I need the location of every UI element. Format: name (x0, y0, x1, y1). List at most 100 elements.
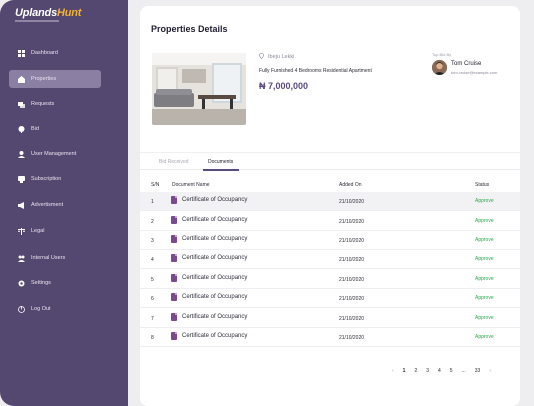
user-icon (17, 150, 25, 158)
table-row[interactable]: 4 Certificate of Occupancy 21/10/2020 Appro… (140, 250, 520, 269)
row-document[interactable]: Certificate of Occupancy (171, 313, 247, 321)
table-row[interactable]: 1 Certificate of Occupancy 21/10/2020 Appro… (140, 192, 520, 211)
pagination-page-1[interactable]: 1 (403, 368, 406, 374)
document-icon (171, 293, 177, 301)
column-header-added-on: Added On (339, 182, 362, 188)
table-row[interactable]: 3 Certificate of Occupancy 21/10/2020 Appro… (140, 231, 520, 250)
column-header-sn: S/N (151, 182, 160, 188)
pagination-page-33[interactable]: 33 (475, 368, 481, 374)
pagination-prev-button[interactable]: ‹ (392, 368, 394, 374)
users-icon (17, 254, 25, 262)
property-location: Ibeju Lekki (258, 53, 295, 61)
top-bid-label: Top Bid By (432, 52, 452, 57)
sidebar: UplandsHunt Dashboard Properties Request… (0, 0, 128, 406)
sidebar-item-label: Subscription (31, 176, 62, 182)
row-status-approve-button[interactable]: Approve (475, 198, 494, 204)
row-sn: 3 (151, 238, 154, 244)
property-details-card: Properties Details Ibeju Lekki Fully Fur… (140, 6, 520, 406)
column-header-document-name: Document Name (172, 182, 210, 188)
tab-bid-received[interactable]: Bid Received (159, 159, 188, 165)
megaphone-icon (17, 201, 25, 209)
sidebar-item-label: Bid (31, 126, 39, 132)
sidebar-item-legal[interactable]: Legal (9, 222, 101, 240)
row-document-name: Certificate of Occupancy (182, 255, 248, 261)
row-document[interactable]: Certificate of Occupancy (171, 274, 247, 282)
logout-icon (17, 305, 25, 313)
row-added-on: 21/10/2020 (339, 219, 365, 225)
row-document-name: Certificate of Occupancy (182, 197, 248, 203)
row-document[interactable]: Certificate of Occupancy (171, 254, 247, 262)
table-row[interactable]: 2 Certificate of Occupancy 21/10/2020 Appro… (140, 212, 520, 231)
table-row[interactable]: 5 Certificate of Occupancy 21/10/2020 Appro… (140, 270, 520, 289)
top-bidder-email: tom.cruise@example.com (451, 70, 498, 75)
document-icon (171, 216, 177, 224)
table-row[interactable]: 6 Certificate of Occupancy 21/10/2020 Appro… (140, 289, 520, 308)
location-pin-icon (258, 53, 265, 61)
sidebar-item-label: Legal (31, 228, 45, 234)
pagination-page-4[interactable]: 4 (438, 368, 441, 374)
location-text: Ibeju Lekki (268, 54, 295, 60)
row-status-approve-button[interactable]: Approve (475, 237, 494, 243)
tab-documents[interactable]: Documents (208, 159, 233, 165)
brand-logo[interactable]: UplandsHunt (15, 7, 81, 19)
row-status-approve-button[interactable]: Approve (475, 315, 494, 321)
row-document-name: Certificate of Occupancy (182, 236, 248, 242)
row-added-on: 21/10/2020 (339, 238, 365, 244)
sidebar-item-settings[interactable]: Settings (9, 274, 101, 292)
sidebar-item-subscription[interactable]: Subscription (9, 170, 101, 188)
sidebar-item-label: User Management (31, 151, 77, 157)
sidebar-item-label: Log Out (31, 306, 51, 312)
pagination-page-2[interactable]: 2 (414, 368, 417, 374)
sidebar-item-user-management[interactable]: User Management (9, 145, 101, 163)
row-status-approve-button[interactable]: Approve (475, 295, 494, 301)
row-document[interactable]: Certificate of Occupancy (171, 216, 247, 224)
row-document-name: Certificate of Occupancy (182, 275, 248, 281)
pagination-next-button[interactable]: › (489, 368, 491, 374)
row-document[interactable]: Certificate of Occupancy (171, 293, 247, 301)
row-document-name: Certificate of Occupancy (182, 294, 248, 300)
pagination-page-5[interactable]: 5 (450, 368, 453, 374)
sidebar-item-label: Advertisment (31, 202, 64, 208)
row-status-approve-button[interactable]: Approve (475, 218, 494, 224)
row-document-name: Certificate of Occupancy (182, 333, 248, 339)
row-status-approve-button[interactable]: Approve (475, 276, 494, 282)
bid-icon (17, 125, 25, 133)
sidebar-item-advertisment[interactable]: Advertisment (9, 196, 101, 214)
sidebar-item-requests[interactable]: Requests (9, 95, 101, 113)
sidebar-item-properties[interactable]: Properties (9, 70, 101, 88)
document-icon (171, 313, 177, 321)
row-added-on: 21/10/2020 (339, 335, 365, 341)
row-sn: 6 (151, 296, 154, 302)
pagination-page-3[interactable]: 3 (426, 368, 429, 374)
row-added-on: 21/10/2020 (339, 199, 365, 205)
sidebar-item-internal-users[interactable]: Internal Users (9, 249, 101, 267)
sidebar-item-dashboard[interactable]: Dashboard (9, 44, 101, 62)
row-document[interactable]: Certificate of Occupancy (171, 235, 247, 243)
sidebar-item-bid[interactable]: Bid (9, 120, 101, 138)
top-bidder-name: Tom Cruise (451, 61, 482, 67)
row-document[interactable]: Certificate of Occupancy (171, 196, 247, 204)
avatar (432, 60, 447, 75)
sidebar-item-log-out[interactable]: Log Out (9, 300, 101, 318)
row-status-approve-button[interactable]: Approve (475, 334, 494, 340)
sidebar-item-label: Settings (31, 280, 51, 286)
row-status-approve-button[interactable]: Approve (475, 256, 494, 262)
row-added-on: 21/10/2020 (339, 296, 365, 302)
logo-tagline-bar (15, 20, 59, 22)
sidebar-item-label: Internal Users (31, 255, 66, 261)
table-row[interactable]: 7 Certificate of Occupancy 21/10/2020 Appro… (140, 309, 520, 328)
table-row[interactable]: 8 Certificate of Occupancy 21/10/2020 Appro… (140, 328, 520, 347)
requests-icon (17, 100, 25, 108)
document-icon (171, 332, 177, 340)
sidebar-item-label: Properties (31, 76, 57, 82)
property-photo[interactable] (152, 53, 246, 125)
pagination-ellipsis: ... (461, 368, 466, 374)
document-icon (171, 274, 177, 282)
subscription-icon (17, 175, 25, 183)
row-document-name: Certificate of Occupancy (182, 217, 248, 223)
property-price: ₦ 7,000,000 (259, 81, 309, 91)
row-document[interactable]: Certificate of Occupancy (171, 332, 247, 340)
properties-icon (17, 75, 25, 83)
row-added-on: 21/10/2020 (339, 277, 365, 283)
main-area: Properties Details Ibeju Lekki Fully Fur… (128, 0, 534, 406)
